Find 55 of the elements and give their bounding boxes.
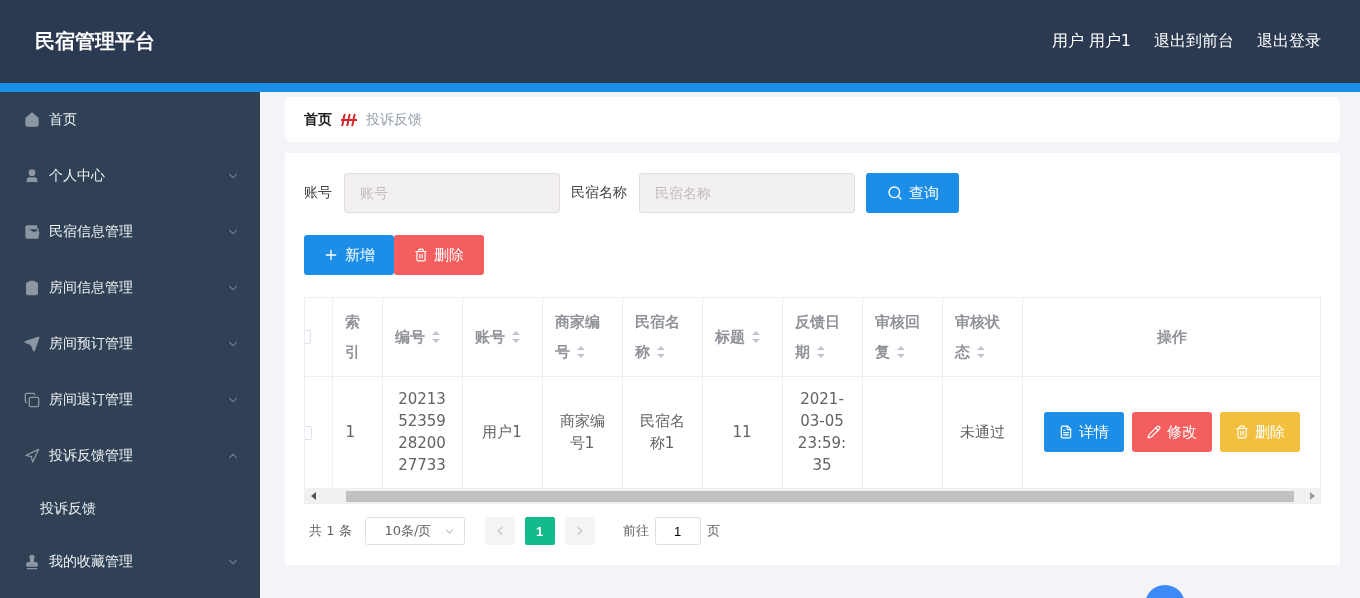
app-title: 民宿管理平台	[35, 28, 155, 55]
sidebar-item[interactable]: 个人中心	[0, 148, 260, 204]
sort-icon[interactable]	[510, 330, 521, 345]
sort-icon[interactable]	[655, 345, 666, 360]
prev-page-button[interactable]	[484, 517, 515, 545]
wallet-icon	[24, 224, 40, 240]
field-label: 民宿名称	[571, 184, 627, 202]
sidebar-item[interactable]: 首页	[0, 92, 260, 148]
column-header: 操作	[1022, 298, 1320, 376]
trash-icon	[414, 248, 428, 262]
add-button[interactable]: 新增	[304, 235, 394, 275]
page-suffix: 页	[706, 522, 720, 540]
sidebar-item[interactable]: 房间预订管理	[0, 316, 260, 372]
sidebar-item[interactable]: 投诉反馈管理	[0, 428, 260, 484]
pencil-icon	[1147, 425, 1161, 440]
horizontal-scrollbar[interactable]	[305, 488, 1320, 503]
sort-icon[interactable]	[975, 345, 986, 360]
sidebar-item[interactable]: 房间信息管理	[0, 260, 260, 316]
copy-icon	[24, 392, 40, 408]
sort-icon[interactable]	[815, 345, 826, 360]
trash-icon	[1235, 425, 1249, 440]
next-page-button[interactable]	[564, 517, 595, 545]
sort-icon[interactable]	[895, 345, 906, 360]
breadcrumb-link[interactable]: 首页	[304, 110, 332, 129]
document-icon	[1059, 425, 1073, 440]
sidebar-item[interactable]: 民宿信息管理	[0, 204, 260, 260]
header-link[interactable]: 退出到前台	[1154, 31, 1234, 52]
detail-button[interactable]: 详情	[1044, 412, 1124, 453]
header-link[interactable]: 用户 用户1	[1051, 31, 1131, 52]
scroll-left-icon	[310, 492, 318, 500]
user-icon	[24, 168, 40, 184]
breadcrumb-current: 投诉反馈	[366, 110, 422, 129]
header-link[interactable]: 退出登录	[1257, 31, 1321, 52]
goto-label: 前往	[622, 522, 649, 540]
plus-icon	[323, 247, 339, 263]
sidebar-subitem[interactable]: 投诉反馈	[0, 484, 260, 534]
scroll-right-icon	[1308, 492, 1316, 500]
column-header: 索引	[332, 298, 382, 376]
sort-icon[interactable]	[430, 330, 441, 345]
separator-icon	[340, 111, 358, 128]
stamp-icon	[24, 554, 40, 570]
sort-icon[interactable]	[750, 330, 761, 345]
page-size-select[interactable]: 10条/页	[364, 517, 465, 545]
navigation-icon	[24, 448, 40, 464]
field-label: 账号	[304, 184, 332, 202]
clipboard-icon	[24, 280, 40, 296]
sort-icon[interactable]	[575, 345, 586, 360]
send-icon	[24, 336, 40, 352]
sidebar-item[interactable]: 房间退订管理	[0, 372, 260, 428]
page-input[interactable]: 1	[654, 517, 701, 545]
total-count: 共 1 条	[309, 522, 352, 540]
sidebar-item[interactable]: 我的收藏管理	[0, 534, 260, 590]
search-icon	[886, 185, 903, 201]
home-icon	[24, 112, 40, 128]
search-button[interactable]: 查询	[866, 173, 959, 213]
